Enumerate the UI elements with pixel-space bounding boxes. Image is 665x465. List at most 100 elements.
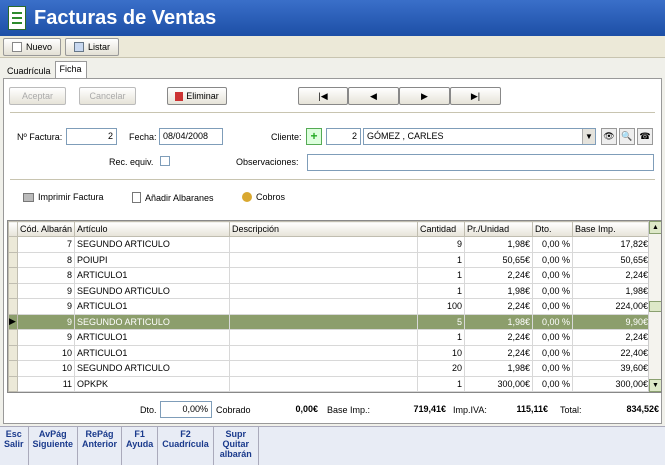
table-cell[interactable]: 300,00€ [572, 375, 652, 392]
table-cell[interactable]: ARTICULO1 [74, 344, 231, 361]
aceptar-button[interactable]: Aceptar [9, 87, 66, 105]
table-cell[interactable] [229, 298, 419, 315]
table-row[interactable]: 11 OPKPK 1 300,00€ 0,00 % 300,00€ [8, 375, 652, 392]
table-cell[interactable]: SEGUNDO ARTICULO [74, 282, 231, 299]
table-cell[interactable] [229, 313, 419, 330]
imprimir-factura-button[interactable]: Imprimir Factura [23, 192, 104, 202]
view-client-icon[interactable]: 👁 [601, 128, 617, 145]
row-indicator[interactable] [8, 236, 18, 253]
grid-scrollbar[interactable]: ▲ ▼ [648, 221, 661, 392]
table-cell[interactable]: 17,82€ [572, 236, 652, 253]
function-key-avpág[interactable]: AvPág Siguiente [29, 427, 79, 465]
table-cell[interactable]: 0,00 % [532, 236, 574, 253]
table-cell[interactable]: 0,00 % [532, 251, 574, 268]
table-cell[interactable]: POIUPI [74, 251, 231, 268]
listar-button[interactable]: Listar [65, 37, 120, 56]
scroll-down-icon[interactable]: ▼ [649, 379, 661, 392]
table-cell[interactable]: 2,24€ [464, 267, 534, 284]
table-cell[interactable]: 1,98€ [464, 360, 534, 377]
table-cell[interactable]: 100 [417, 298, 466, 315]
rec-equiv-checkbox[interactable] [160, 156, 170, 166]
row-indicator[interactable]: ▶ [8, 313, 18, 330]
scroll-up-icon[interactable]: ▲ [649, 221, 661, 234]
table-cell[interactable]: 2,24€ [572, 329, 652, 346]
table-row[interactable]: ▶ 9 SEGUNDO ARTICULO 5 1,98€ 0,00 % 9,90€ [8, 313, 652, 330]
cliente-code-input[interactable]: 2 [326, 128, 361, 145]
fecha-input[interactable]: 08/04/2008 [159, 128, 223, 145]
table-cell[interactable]: 10 [16, 344, 76, 361]
table-cell[interactable]: 300,00€ [464, 375, 534, 392]
table-cell[interactable]: 8 [16, 267, 76, 284]
table-cell[interactable]: SEGUNDO ARTICULO [74, 313, 231, 330]
table-cell[interactable]: 20 [417, 360, 466, 377]
table-cell[interactable]: ARTICULO1 [74, 329, 231, 346]
table-cell[interactable]: 11 [16, 375, 76, 392]
table-row[interactable]: 8 ARTICULO1 1 2,24€ 0,00 % 2,24€ [8, 267, 652, 284]
table-cell[interactable] [229, 375, 419, 392]
eliminar-button[interactable]: Eliminar [167, 87, 227, 105]
function-key-repág[interactable]: RePág Anterior [78, 427, 123, 465]
table-row[interactable]: 9 ARTICULO1 100 2,24€ 0,00 % 224,00€ [8, 298, 652, 315]
table-cell[interactable]: 1 [417, 267, 466, 284]
first-record-button[interactable]: |◀ [298, 87, 348, 105]
row-indicator[interactable] [8, 298, 18, 315]
table-cell[interactable]: 0,00 % [532, 298, 574, 315]
table-cell[interactable]: 1 [417, 251, 466, 268]
table-cell[interactable]: 1,98€ [464, 282, 534, 299]
table-row[interactable]: 9 ARTICULO1 1 2,24€ 0,00 % 2,24€ [8, 329, 652, 346]
table-cell[interactable]: 2,24€ [464, 344, 534, 361]
column-header[interactable]: Dto. [532, 221, 574, 237]
function-key-esc[interactable]: Esc Salir [0, 427, 29, 465]
table-row[interactable]: 7 SEGUNDO ARTICULO 9 1,98€ 0,00 % 17,82€ [8, 236, 652, 253]
nfactura-input[interactable]: 2 [66, 128, 117, 145]
column-header[interactable]: Artículo [74, 221, 231, 237]
column-header[interactable]: Cód. Albarán [16, 221, 76, 237]
table-row[interactable]: 9 SEGUNDO ARTICULO 1 1,98€ 0,00 % 1,98€ [8, 282, 652, 299]
table-row[interactable]: 10 SEGUNDO ARTICULO 20 1,98€ 0,00 % 39,60€ [8, 360, 652, 377]
add-client-button[interactable]: + [306, 128, 322, 145]
table-cell[interactable]: 5 [417, 313, 466, 330]
row-indicator[interactable] [8, 282, 18, 299]
function-key-f1[interactable]: F1 Ayuda [122, 427, 159, 465]
table-cell[interactable]: SEGUNDO ARTICULO [74, 236, 231, 253]
table-cell[interactable]: 0,00 % [532, 360, 574, 377]
table-cell[interactable]: 0,00 % [532, 313, 574, 330]
table-cell[interactable]: 8 [16, 251, 76, 268]
table-cell[interactable]: 1 [417, 329, 466, 346]
cliente-select[interactable]: GÓMEZ , CARLES ▼ [363, 128, 596, 145]
table-cell[interactable]: 10 [16, 360, 76, 377]
table-cell[interactable]: 22,40€ [572, 344, 652, 361]
column-header[interactable]: Cantidad [417, 221, 466, 237]
row-indicator[interactable] [8, 329, 18, 346]
table-cell[interactable]: 50,65€ [572, 251, 652, 268]
table-cell[interactable]: 2,24€ [572, 267, 652, 284]
table-cell[interactable]: ARTICULO1 [74, 298, 231, 315]
table-cell[interactable]: 1,98€ [464, 236, 534, 253]
tab-ficha[interactable]: Ficha [54, 61, 87, 78]
table-cell[interactable] [229, 236, 419, 253]
table-row[interactable]: 8 POIUPI 1 50,65€ 0,00 % 50,65€ [8, 251, 652, 268]
table-cell[interactable]: 9 [16, 313, 76, 330]
table-cell[interactable] [229, 329, 419, 346]
table-cell[interactable]: 9 [16, 282, 76, 299]
table-cell[interactable]: 0,00 % [532, 267, 574, 284]
table-cell[interactable]: SEGUNDO ARTICULO [74, 360, 231, 377]
row-indicator[interactable] [8, 360, 18, 377]
column-header[interactable]: Descripción [229, 221, 419, 237]
table-cell[interactable]: 9 [417, 236, 466, 253]
table-cell[interactable]: 39,60€ [572, 360, 652, 377]
chevron-down-icon[interactable]: ▼ [582, 129, 595, 144]
table-cell[interactable]: 0,00 % [532, 375, 574, 392]
row-indicator[interactable] [8, 251, 18, 268]
table-cell[interactable]: 0,00 % [532, 282, 574, 299]
table-cell[interactable]: ARTICULO1 [74, 267, 231, 284]
table-cell[interactable]: 0,00 % [532, 329, 574, 346]
scroll-thumb[interactable] [649, 301, 661, 312]
table-cell[interactable]: 1,98€ [572, 282, 652, 299]
table-cell[interactable]: 0,00 % [532, 344, 574, 361]
table-cell[interactable]: 1 [417, 375, 466, 392]
last-record-button[interactable]: ▶| [450, 87, 501, 105]
tab-cuadricula[interactable]: Cuadrícula [3, 64, 55, 78]
nuevo-button[interactable]: Nuevo [3, 37, 62, 56]
table-cell[interactable]: 9 [16, 329, 76, 346]
